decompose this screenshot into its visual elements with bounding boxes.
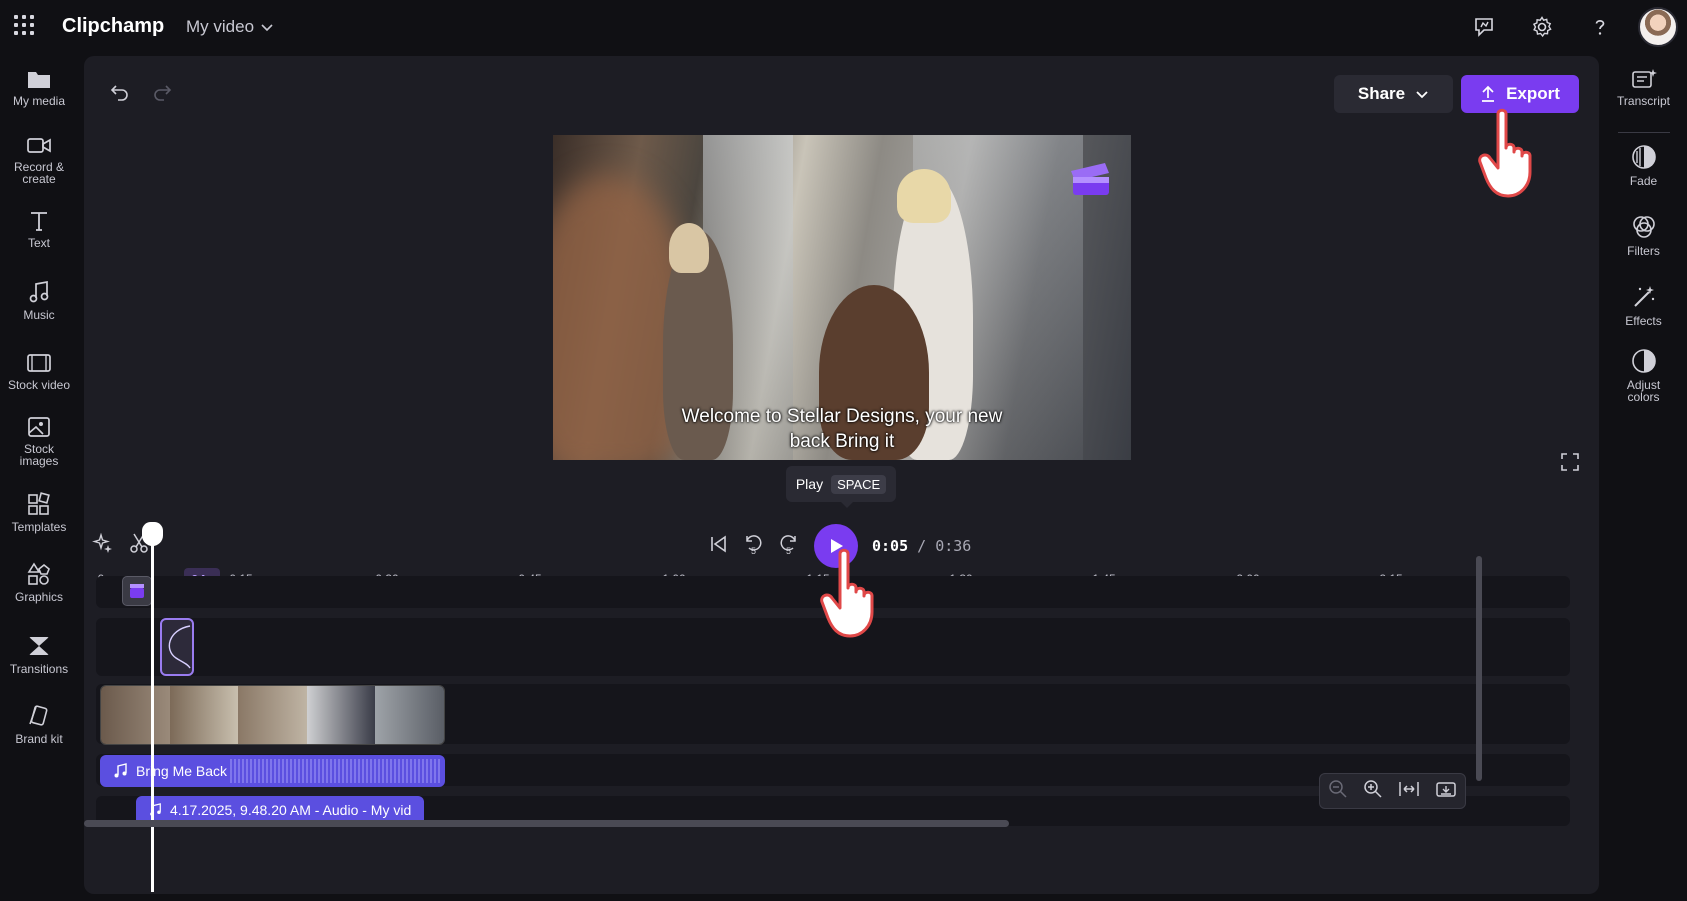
undo-button[interactable] <box>110 82 130 107</box>
svg-text:5: 5 <box>751 546 756 556</box>
zoom-in-icon <box>1364 779 1382 798</box>
rail-item-fade[interactable]: Fade <box>1600 144 1687 187</box>
redo-button[interactable] <box>152 82 172 107</box>
transition-clip[interactable] <box>160 618 194 676</box>
video-thumbnail <box>101 686 170 744</box>
chevron-down-icon <box>1416 91 1428 99</box>
fullscreen-button[interactable] <box>1560 452 1580 477</box>
image-icon <box>28 417 50 437</box>
shapes-icon <box>27 562 50 585</box>
zoom-in-button[interactable] <box>1363 779 1383 804</box>
templates-icon <box>28 492 50 515</box>
total-time: / 0:36 <box>917 537 972 555</box>
video-thumbnail <box>238 686 307 744</box>
play-tooltip: Play SPACE <box>786 466 896 502</box>
chevron-down-icon <box>261 24 273 32</box>
feedback-icon[interactable] <box>1464 7 1504 47</box>
rail-item-text[interactable]: Text <box>0 210 78 249</box>
share-button[interactable]: Share <box>1334 75 1453 113</box>
project-title-dropdown[interactable]: My video <box>186 17 274 37</box>
project-title: My video <box>186 17 255 36</box>
user-avatar[interactable] <box>1638 7 1678 47</box>
app-launcher-icon[interactable] <box>14 15 34 35</box>
rewind-5-icon: 5 <box>746 534 762 556</box>
video-thumbnail <box>306 686 376 744</box>
rail-item-transcript[interactable]: Transcript <box>1600 68 1687 107</box>
rail-item-stock-images[interactable]: Stock images <box>0 416 78 467</box>
rewind-5-button[interactable]: 5 <box>742 532 764 561</box>
clipchamp-logo-icon <box>1071 163 1109 195</box>
rail-item-transitions[interactable]: Transitions <box>0 634 78 675</box>
adjust-colors-icon <box>1631 349 1656 373</box>
camera-icon <box>27 138 51 153</box>
rail-item-filters[interactable]: Filters <box>1600 214 1687 257</box>
film-icon <box>27 354 51 372</box>
sticker-clip[interactable] <box>122 576 152 606</box>
music-icon <box>29 280 49 303</box>
preview-figure-hair <box>669 223 709 273</box>
svg-text:5: 5 <box>786 546 791 556</box>
settings-gear-icon[interactable] <box>1522 7 1562 47</box>
forward-5-icon: 5 <box>780 534 796 556</box>
skip-back-icon <box>711 534 726 553</box>
fullscreen-icon <box>1561 453 1579 471</box>
hand-pointer-icon <box>1478 108 1532 198</box>
fit-timeline-button[interactable] <box>1398 779 1420 804</box>
help-icon[interactable] <box>1580 7 1620 47</box>
rail-divider <box>1618 132 1670 133</box>
top-bar: Clipchamp My video <box>0 0 1687 54</box>
hand-pointer-icon <box>820 548 874 638</box>
video-thumbnail <box>169 686 239 744</box>
zoom-out-icon <box>1328 779 1347 798</box>
video-preview[interactable]: Welcome to Stellar Designs, your new bac… <box>553 135 1131 460</box>
collapse-timeline-button[interactable] <box>1435 779 1457 804</box>
tooltip-arrow <box>840 501 854 508</box>
video-thumbnail <box>375 686 444 744</box>
playback-time: 0:05 / 0:36 <box>872 537 971 555</box>
magic-tools-button[interactable] <box>92 532 114 559</box>
fade-icon <box>1631 145 1656 169</box>
rail-item-record-create[interactable]: Record & create <box>0 134 78 185</box>
transitions-icon <box>29 637 49 655</box>
rail-item-music[interactable]: Music <box>0 280 78 321</box>
brand-kit-icon <box>29 705 48 726</box>
zoom-out-button[interactable] <box>1328 779 1348 804</box>
rail-item-effects[interactable]: Effects <box>1600 284 1687 327</box>
rail-item-adjust-colors[interactable]: Adjust colors <box>1600 348 1687 403</box>
collapse-icon <box>1436 781 1457 797</box>
playhead-handle[interactable] <box>142 522 163 546</box>
horizontal-scrollbar[interactable] <box>84 820 1009 827</box>
rail-item-graphics[interactable]: Graphics <box>0 562 78 603</box>
transcript-icon <box>1631 69 1657 88</box>
vertical-scrollbar[interactable] <box>1476 556 1482 781</box>
undo-icon <box>110 85 128 101</box>
rail-item-stock-video[interactable]: Stock video <box>0 352 78 391</box>
playhead[interactable] <box>151 532 154 892</box>
rail-item-templates[interactable]: Templates <box>0 492 78 533</box>
music-note-icon <box>114 763 127 778</box>
redo-icon <box>154 85 172 101</box>
zoom-controls <box>1319 773 1466 809</box>
effects-icon <box>1633 286 1654 307</box>
audio-waveform <box>230 759 442 783</box>
forward-5-button[interactable]: 5 <box>778 532 800 561</box>
transition-curve-icon <box>168 625 191 669</box>
preview-figure-blond-hair <box>897 169 951 223</box>
sparkle-icon <box>92 532 112 553</box>
rail-item-brand-kit[interactable]: Brand kit <box>0 704 78 745</box>
upload-icon <box>1482 85 1495 102</box>
skip-to-start-button[interactable] <box>708 534 728 559</box>
text-icon <box>31 212 47 231</box>
shortcut-key: SPACE <box>831 474 887 494</box>
clipchamp-logo-icon <box>130 584 144 598</box>
video-subtitle: Welcome to Stellar Designs, your new bac… <box>681 406 1003 452</box>
right-rail: Transcript Fade Filters Effects Adjust c… <box>1600 54 1687 901</box>
folder-icon <box>28 72 50 88</box>
editor-workspace: Share Export Welcome to Stellar Designs,… <box>84 56 1599 894</box>
rail-item-my-media[interactable]: My media <box>0 68 78 107</box>
filters-icon <box>1632 216 1655 238</box>
fit-width-icon <box>1399 781 1419 796</box>
app-name: Clipchamp <box>62 15 165 37</box>
left-rail: My media Record & create Text Music Stoc… <box>0 54 78 901</box>
